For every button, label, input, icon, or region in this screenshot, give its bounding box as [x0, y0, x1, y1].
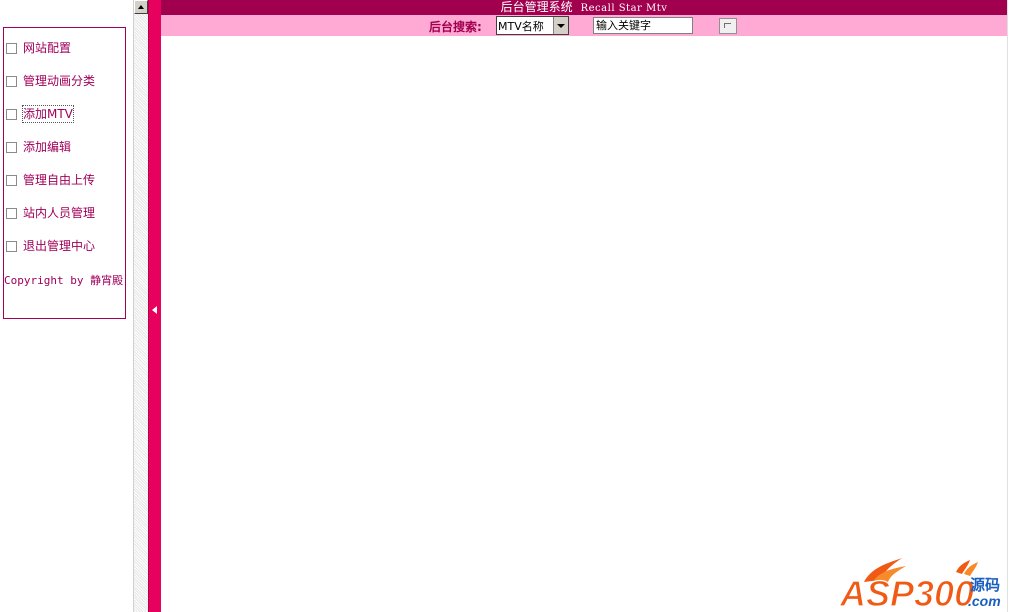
collapse-arrow-icon[interactable] [152, 306, 157, 314]
checkbox-icon[interactable] [6, 108, 17, 120]
menu-item-staff-management[interactable]: 站内人员管理 [6, 205, 95, 221]
frame-divider-toggle[interactable] [148, 0, 161, 612]
frame-border [1007, 0, 1011, 612]
menu-item-label[interactable]: 管理动画分类 [23, 73, 95, 89]
page: 网站配置 管理动画分类 添加MTV 添加编辑 管理自由上传 站内人员管理 退出管… [0, 0, 1011, 612]
left-nav-frame: 网站配置 管理动画分类 添加MTV 添加编辑 管理自由上传 站内人员管理 退出管… [0, 0, 133, 612]
menu-item-add-mtv[interactable]: 添加MTV [6, 105, 74, 123]
admin-menu: 网站配置 管理动画分类 添加MTV 添加编辑 管理自由上传 站内人员管理 退出管… [3, 27, 126, 319]
header-title-bar: 后台管理系统 Recall Star Mtv [161, 0, 1007, 15]
page-title: 后台管理系统 [500, 0, 573, 14]
checkbox-icon[interactable] [6, 207, 17, 219]
page-subtitle: Recall Star Mtv [580, 3, 668, 14]
keyword-input[interactable]: 输入关键字 [593, 17, 693, 34]
checkbox-icon[interactable] [6, 42, 17, 54]
checkbox-icon[interactable] [6, 75, 17, 87]
scroll-up-arrow-icon[interactable] [134, 0, 148, 14]
menu-item-animation-categories[interactable]: 管理动画分类 [6, 73, 95, 89]
menu-item-label[interactable]: 退出管理中心 [23, 238, 95, 254]
left-frame-scrollbar[interactable] [133, 0, 148, 612]
copyright-text: Copyright by 静宵殿 [4, 274, 124, 287]
logo-domain-text: .com [968, 593, 1001, 609]
search-label: 后台搜索: [429, 20, 482, 34]
menu-item-add-editor[interactable]: 添加编辑 [6, 139, 71, 155]
checkbox-icon[interactable] [6, 240, 17, 252]
checkbox-icon[interactable] [6, 141, 17, 153]
menu-item-label[interactable]: 添加编辑 [23, 139, 71, 155]
menu-item-site-config[interactable]: 网站配置 [6, 40, 71, 56]
menu-item-label[interactable]: 添加MTV [22, 105, 74, 123]
menu-item-manage-uploads[interactable]: 管理自由上传 [6, 172, 95, 188]
logo-suffix-text: 源码 [970, 576, 1000, 594]
main-content-frame: 后台管理系统 Recall Star Mtv 后台搜索: MTV名称 输入关键字 [161, 0, 1011, 612]
menu-item-logout[interactable]: 退出管理中心 [6, 238, 95, 254]
chevron-down-icon[interactable] [553, 17, 568, 34]
asp300-logo: ASP300 源码 .com [840, 558, 1001, 610]
menu-item-label[interactable]: 站内人员管理 [23, 205, 95, 221]
checkbox-icon[interactable] [6, 174, 17, 186]
search-type-value[interactable]: MTV名称 [497, 18, 553, 34]
menu-item-label[interactable]: 管理自由上传 [23, 172, 95, 188]
search-submit-button[interactable] [719, 18, 737, 34]
search-type-select[interactable]: MTV名称 [496, 16, 569, 35]
logo-brand-text: ASP300 [840, 573, 974, 610]
search-bar: 后台搜索: MTV名称 输入关键字 [161, 15, 1007, 36]
menu-item-label[interactable]: 网站配置 [23, 40, 71, 56]
